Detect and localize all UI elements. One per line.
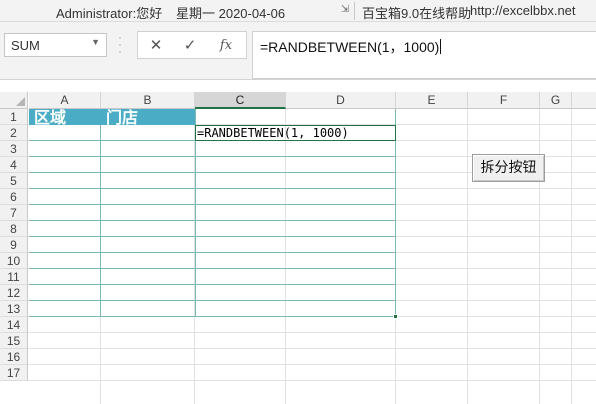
select-all-icon	[16, 97, 25, 106]
table-border	[29, 316, 396, 317]
status-bar: Administrator:您好 星期一 2020-04-06 ⇲ 百宝箱9.0…	[0, 0, 596, 22]
row-header[interactable]: 4	[0, 157, 28, 173]
fill-handle[interactable]	[393, 314, 398, 319]
name-box[interactable]: SUM ▼	[4, 33, 107, 57]
formula-input[interactable]: =RANDBETWEEN(1，1000)	[252, 31, 596, 79]
chevron-down-icon[interactable]: ▼	[91, 37, 100, 47]
row-header[interactable]: 13	[0, 301, 28, 317]
row-header[interactable]: 2	[0, 125, 28, 141]
table-border	[29, 172, 396, 173]
gridline	[28, 348, 596, 349]
row-header[interactable]: 6	[0, 189, 28, 205]
table-border	[29, 252, 396, 253]
table-border	[29, 156, 396, 157]
row-header[interactable]: 7	[0, 205, 28, 221]
check-icon[interactable]: ✓	[178, 35, 202, 57]
cell-c2[interactable]: =RANDBETWEEN(1, 1000)	[197, 125, 349, 141]
table-border	[29, 188, 396, 189]
table-border	[29, 268, 396, 269]
row-header[interactable]: 5	[0, 173, 28, 189]
gridline	[28, 364, 596, 365]
table-border	[29, 300, 396, 301]
table-border	[29, 236, 396, 237]
row-header[interactable]: 10	[0, 253, 28, 269]
split-button[interactable]: 拆分按钮	[472, 154, 545, 182]
column-header-f[interactable]: F	[468, 92, 540, 109]
gridline	[571, 109, 572, 404]
worksheet-grid[interactable]: A B C D E F G 1 2 3 4 5 6 7 8 9 10 11 12…	[0, 92, 596, 404]
user-greeting: Administrator:您好	[56, 6, 163, 21]
cell-a1[interactable]: 区域	[34, 109, 66, 126]
row-header[interactable]: 16	[0, 349, 28, 365]
website-link[interactable]: http://excelbbx.net	[470, 3, 576, 18]
row-header[interactable]: 14	[0, 317, 28, 333]
table-border	[29, 220, 396, 221]
gridline	[28, 332, 596, 333]
gridline	[28, 380, 596, 381]
drag-handle-icon[interactable]: · · ·	[117, 31, 123, 57]
resize-icon[interactable]: ⇲	[338, 3, 352, 17]
gridline	[285, 109, 286, 404]
row-header[interactable]: 12	[0, 285, 28, 301]
formula-text: =RANDBETWEEN(1，1000)	[260, 39, 440, 55]
row-header[interactable]: 11	[0, 269, 28, 285]
row-header[interactable]: 17	[0, 365, 28, 381]
column-header-a[interactable]: A	[29, 92, 101, 109]
formula-bar: SUM ▼ · · · ✕ ✓ fx =RANDBETWEEN(1，1000)	[0, 22, 596, 80]
name-box-value: SUM	[11, 38, 40, 53]
gridline	[467, 109, 468, 404]
select-all-button[interactable]	[0, 92, 28, 109]
divider	[354, 2, 355, 20]
row-header[interactable]: 9	[0, 237, 28, 253]
column-header-g[interactable]: G	[540, 92, 572, 109]
table-border	[29, 284, 396, 285]
help-link[interactable]: 百宝箱9.0在线帮助	[362, 3, 471, 22]
insert-function-icon[interactable]: fx	[214, 35, 238, 57]
cell-b1[interactable]: 门店	[106, 109, 138, 126]
row-header[interactable]: 3	[0, 141, 28, 157]
table-border	[29, 204, 396, 205]
column-header-next[interactable]	[572, 92, 596, 109]
table-border	[100, 125, 101, 317]
column-header-b[interactable]: B	[101, 92, 195, 109]
column-header-e[interactable]: E	[396, 92, 468, 109]
current-date: 星期一 2020-04-06	[176, 6, 286, 21]
column-header-c[interactable]: C	[195, 92, 286, 109]
row-header[interactable]: 15	[0, 333, 28, 349]
formula-buttons: ✕ ✓ fx	[137, 31, 247, 59]
row-header[interactable]: 1	[0, 109, 28, 125]
text-caret	[440, 39, 442, 54]
column-header-d[interactable]: D	[286, 92, 396, 109]
row-header[interactable]: 8	[0, 221, 28, 237]
cancel-icon[interactable]: ✕	[144, 35, 168, 57]
